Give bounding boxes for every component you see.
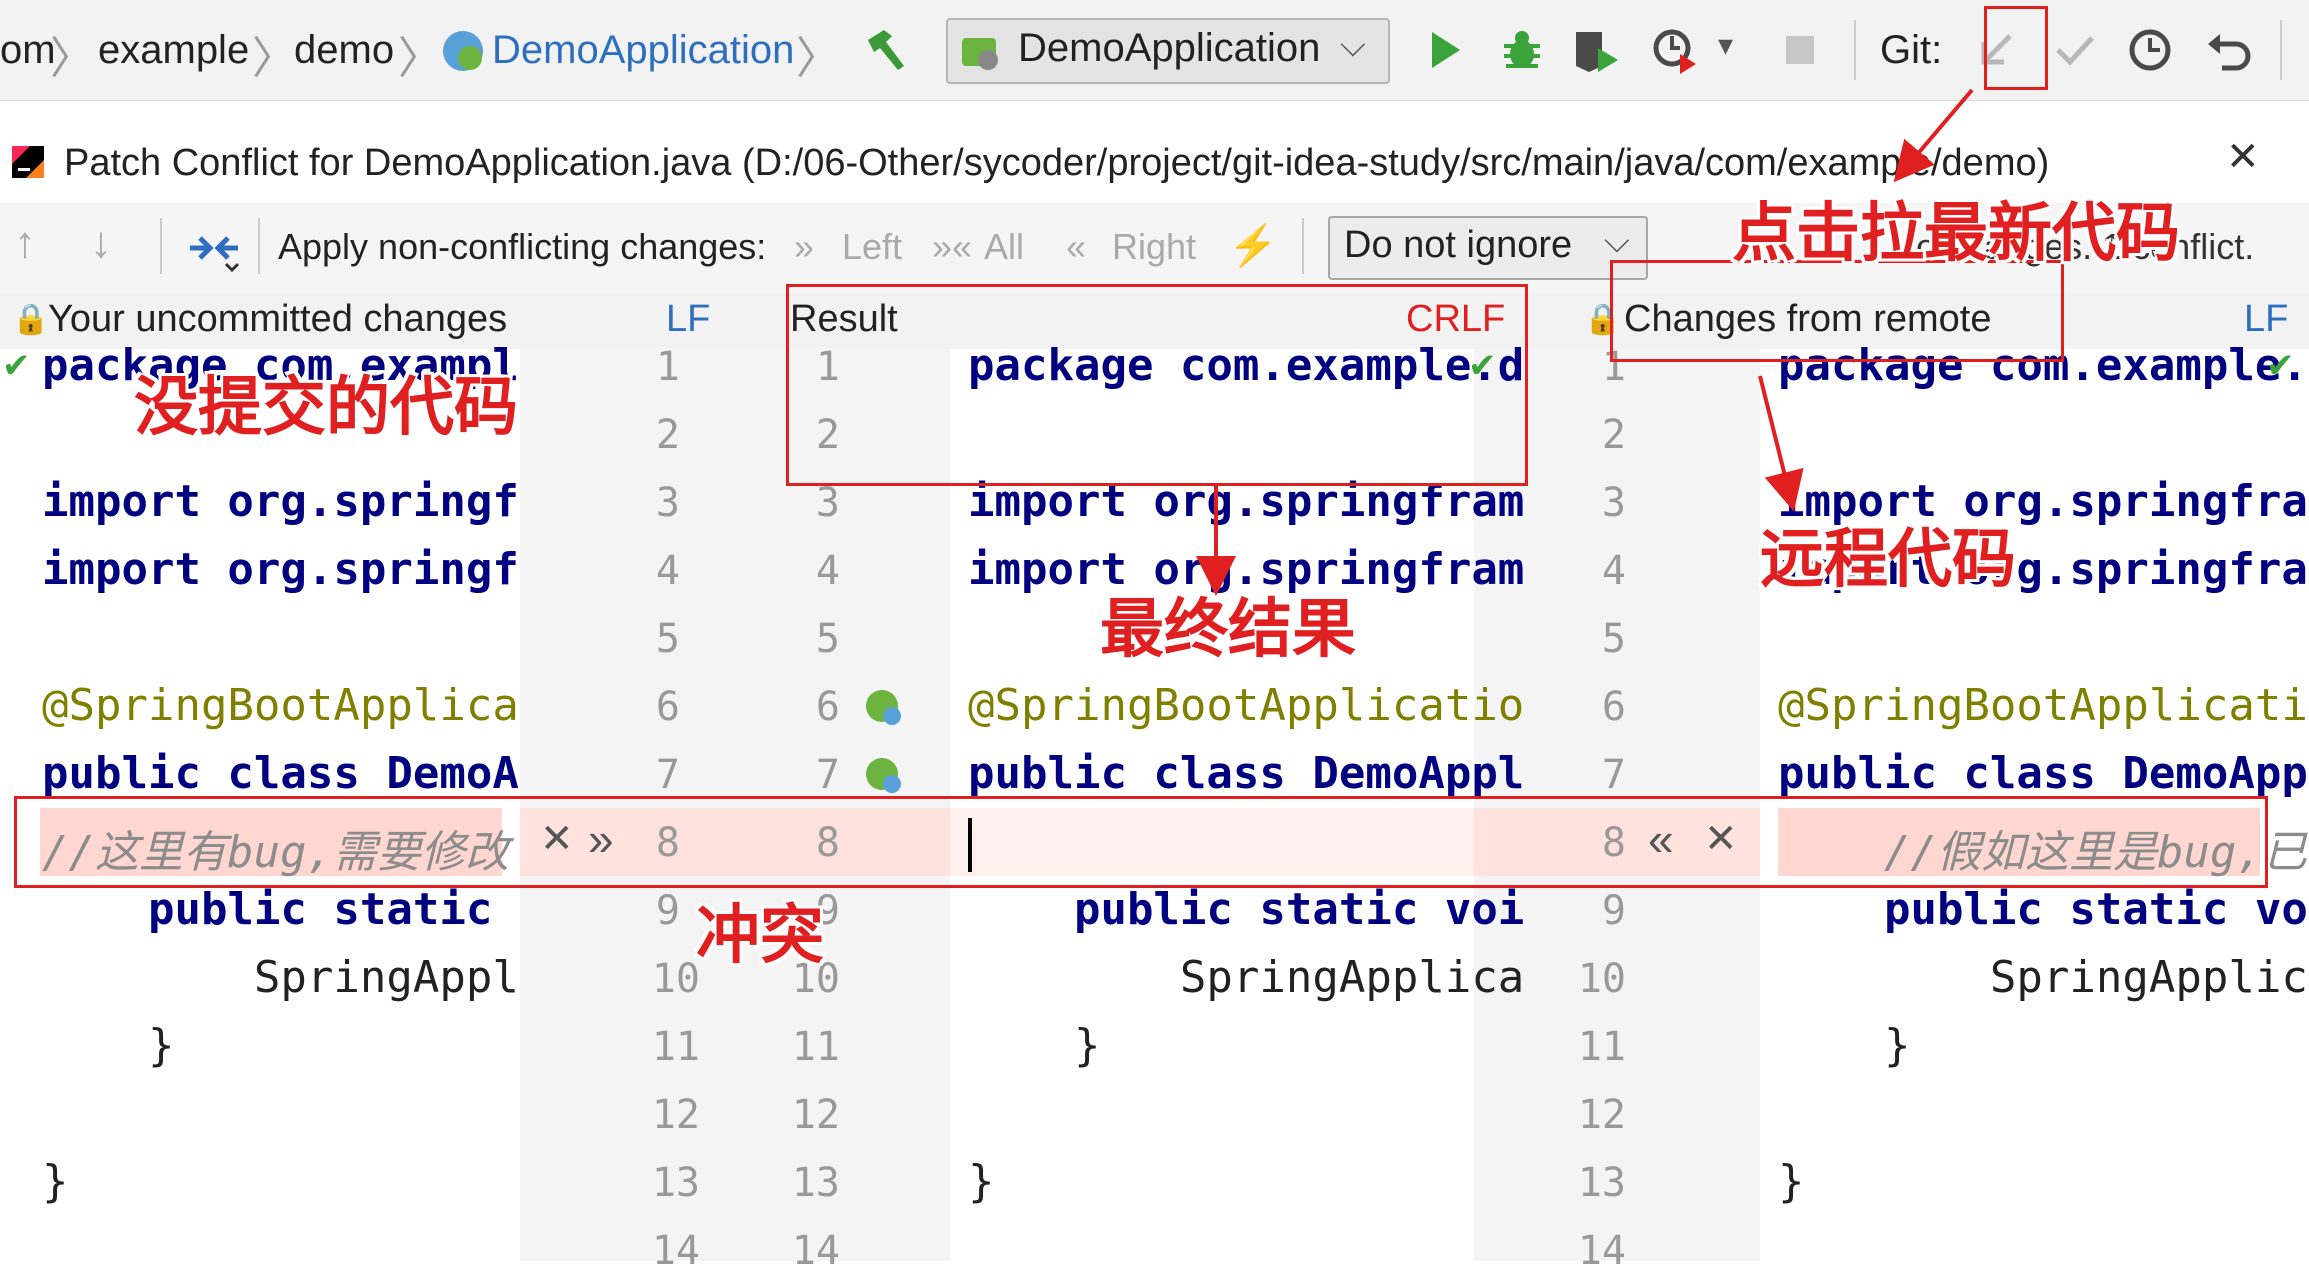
annotation-uncommitted: 没提交的代码	[134, 371, 518, 443]
annotation-remote-code: 远程代码	[1760, 523, 2016, 595]
annotation-final-result: 最终结果	[1100, 593, 1356, 665]
annotation-conflict: 冲突	[696, 899, 824, 971]
annotation-pull-latest: 点击拉最新代码	[1732, 197, 2180, 269]
